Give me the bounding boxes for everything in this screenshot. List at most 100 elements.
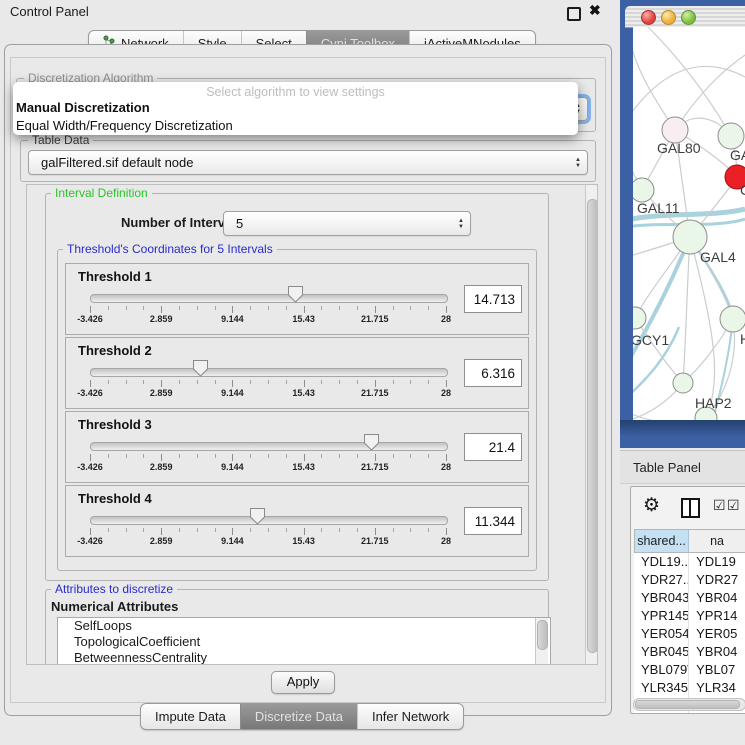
cell-shared-name[interactable]: YBL079W — [634, 661, 689, 679]
numerical-attributes-list[interactable]: SelfLoopsTopologicalCoefficientBetweenne… — [57, 617, 551, 665]
tab-discretize-data[interactable]: Discretize Data — [240, 704, 357, 729]
list-scrollbar[interactable] — [535, 618, 548, 665]
slider-thumb[interactable] — [249, 507, 266, 525]
tick-label: 15.43 — [292, 536, 315, 546]
num-intervals-combobox[interactable]: 5 ▲▼ — [223, 211, 471, 236]
network-node-label: GA — [730, 147, 745, 163]
cell-shared-name[interactable]: YPR145W — [634, 607, 689, 625]
threshold-slider[interactable] — [90, 442, 448, 451]
table-row[interactable]: YPR145WYPR14 — [634, 607, 745, 625]
close-traffic-light[interactable] — [641, 10, 656, 25]
cell-shared-name[interactable]: YDR27... — [634, 571, 689, 589]
tick-label: 28 — [441, 388, 451, 398]
zoom-traffic-light[interactable] — [681, 10, 696, 25]
dropdown-option-manual[interactable]: Manual Discretization — [13, 99, 578, 117]
cell-shared-name[interactable]: YBR045C — [634, 643, 689, 661]
network-window-shadow — [620, 420, 745, 448]
tick-label: 28 — [441, 536, 451, 546]
table-row[interactable]: YBR043CYBR04 — [634, 589, 745, 607]
threshold-value-field[interactable]: 11.344 — [464, 507, 522, 535]
threshold-value-field[interactable]: 6.316 — [464, 359, 522, 387]
network-node[interactable] — [633, 307, 646, 329]
table-scrollbar-thumb[interactable] — [635, 700, 740, 709]
network-node[interactable] — [720, 306, 745, 332]
slider-ticks — [90, 306, 446, 314]
network-node[interactable] — [633, 178, 654, 202]
table-data-combobox[interactable]: galFiltered.sif default node ▲▼ — [28, 150, 588, 175]
tab-label: Infer Network — [372, 709, 449, 724]
list-item[interactable]: TopologicalCoefficient — [58, 634, 550, 650]
cell-shared-name[interactable]: YDL19... — [634, 553, 689, 571]
table-row[interactable]: YBL079WYBL07 — [634, 661, 745, 679]
cell-name[interactable]: YPR14 — [689, 607, 745, 625]
tick-label: 21.715 — [361, 388, 389, 398]
apply-button[interactable]: Apply — [271, 671, 335, 694]
table-row[interactable]: YDR27...YDR27 — [634, 571, 745, 589]
threshold-panel-4: Threshold 4 -3.4262.8599.14415.4321.7152… — [65, 485, 529, 557]
threshold-value-field[interactable]: 21.4 — [464, 433, 522, 461]
table-row[interactable]: YER054CYER05 — [634, 625, 745, 643]
network-node-label: C — [740, 182, 745, 198]
list-scrollbar-thumb[interactable] — [537, 620, 548, 650]
select-all-checkbox-icon[interactable]: ☑ — [713, 497, 726, 514]
tick-label: -3.426 — [77, 388, 103, 398]
network-window-titlebar[interactable] — [625, 6, 745, 28]
table-row[interactable]: YDL19...YDL19 — [634, 553, 745, 571]
attributes-group-label: Attributes to discretize — [51, 582, 177, 596]
list-item[interactable]: SelfLoops — [58, 618, 550, 634]
settings-scroll-viewport: Interval Definition Number of Intervals … — [26, 184, 598, 665]
threshold-label: Threshold 3 — [78, 417, 152, 432]
network-node[interactable] — [673, 373, 693, 393]
cell-name[interactable]: YER05 — [689, 625, 745, 643]
column-header-name[interactable]: na — [689, 530, 745, 552]
column-header-shared-name[interactable]: shared... — [635, 530, 689, 552]
table-row[interactable]: YBR045CYBR04 — [634, 643, 745, 661]
settings-scrollbar[interactable] — [585, 185, 598, 665]
minimize-traffic-light[interactable] — [661, 10, 676, 25]
slider-tick-labels: -3.4262.8599.14415.4321.71528 — [90, 462, 446, 474]
network-node[interactable] — [718, 123, 744, 149]
numerical-attributes-label: Numerical Attributes — [51, 599, 178, 614]
settings-scrollbar-thumb[interactable] — [587, 199, 598, 653]
cell-name[interactable]: YBR04 — [689, 643, 745, 661]
gear-icon[interactable]: ⚙ — [643, 493, 660, 519]
cell-shared-name[interactable]: YER054C — [634, 625, 689, 643]
network-view-window[interactable]: GAL80GACGAL11GAL4GCY1HHAP2 — [620, 0, 745, 448]
threshold-value-field[interactable]: 14.713 — [464, 285, 522, 313]
threshold-slider[interactable] — [90, 294, 448, 303]
tick-label: 15.43 — [292, 388, 315, 398]
threshold-panel-3: Threshold 3 -3.4262.8599.14415.4321.7152… — [65, 411, 529, 483]
slider-tick-labels: -3.4262.8599.14415.4321.71528 — [90, 536, 446, 548]
table-row[interactable]: YLR345WYLR34 — [634, 679, 745, 697]
slider-thumb[interactable] — [192, 359, 209, 377]
close-icon[interactable]: ✖ — [589, 2, 601, 19]
list-item[interactable]: BetweennessCentrality — [58, 650, 550, 665]
slider-thumb[interactable] — [287, 285, 304, 303]
table-horizontal-scrollbar[interactable] — [633, 698, 745, 711]
dropdown-hint: Select algorithm to view settings — [13, 82, 578, 99]
tick-label: 9.144 — [221, 388, 244, 398]
cell-name[interactable]: YDR27 — [689, 571, 745, 589]
bottom-tab-bar: Impute Data Discretize Data Infer Networ… — [140, 703, 464, 730]
slider-thumb[interactable] — [363, 433, 380, 451]
dropdown-option-equal-width[interactable]: Equal Width/Frequency Discretization — [13, 117, 578, 135]
cell-shared-name[interactable]: YBR043C — [634, 589, 689, 607]
cell-shared-name[interactable]: YLR345W — [634, 679, 689, 697]
deselect-all-checkbox-icon[interactable]: ☑ — [727, 497, 740, 514]
cell-name[interactable]: YBL07 — [689, 661, 745, 679]
cell-name[interactable]: YDL19 — [689, 553, 745, 571]
tick-label: 28 — [441, 462, 451, 472]
network-canvas[interactable]: GAL80GACGAL11GAL4GCY1HHAP2 — [633, 27, 745, 420]
tick-label: -3.426 — [77, 462, 103, 472]
cell-name[interactable]: YLR34 — [689, 679, 745, 697]
cell-name[interactable]: YBR04 — [689, 589, 745, 607]
slider-ticks — [90, 380, 446, 388]
threshold-slider[interactable] — [90, 368, 448, 377]
tab-impute-data[interactable]: Impute Data — [141, 704, 240, 729]
split-columns-icon[interactable] — [681, 498, 700, 518]
float-window-icon[interactable] — [567, 7, 581, 21]
tab-infer-network[interactable]: Infer Network — [357, 704, 463, 729]
threshold-slider[interactable] — [90, 516, 448, 525]
threshold-label: Threshold 4 — [78, 491, 152, 506]
tick-label: 21.715 — [361, 462, 389, 472]
